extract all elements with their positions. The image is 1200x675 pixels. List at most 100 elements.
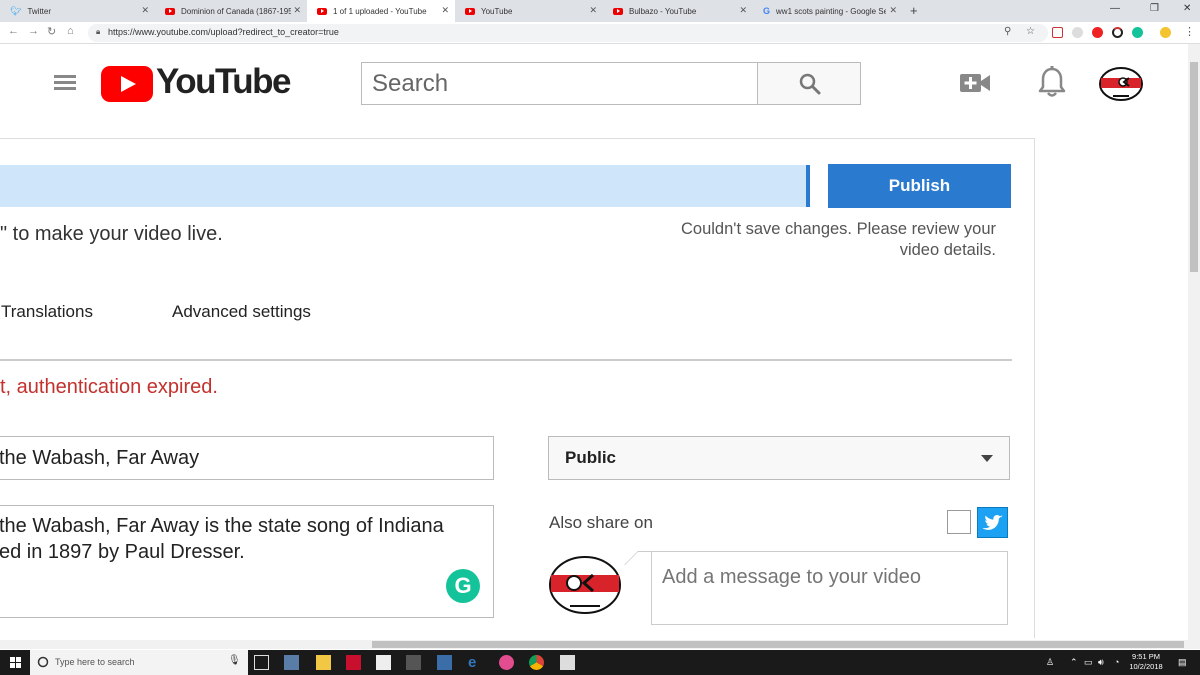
network-icon[interactable]: ▭: [1084, 657, 1093, 668]
section-divider: [0, 359, 1012, 361]
volume-icon[interactable]: 🔊︎: [1098, 657, 1104, 668]
tab-title: Twitter: [27, 6, 51, 16]
youtube-icon: [317, 7, 327, 15]
new-tab-button[interactable]: +: [910, 3, 918, 18]
clock-date: 10/2/2018: [1129, 662, 1163, 671]
edge-icon[interactable]: e: [468, 655, 483, 670]
video-title-input[interactable]: the Wabash, Far Away: [0, 436, 494, 480]
windows-start-icon[interactable]: [10, 657, 22, 669]
microphone-icon[interactable]: 🎙︎: [228, 655, 241, 666]
mcafee-icon[interactable]: [346, 655, 361, 670]
also-share-label: Also share on: [549, 513, 653, 532]
youtube-logo-icon[interactable]: [101, 66, 153, 102]
close-window-icon[interactable]: ✕: [1183, 3, 1191, 14]
tab-bulbazo[interactable]: Bulbazo - YouTube ✕: [603, 0, 753, 22]
zoom-icon[interactable]: ⚲: [1004, 26, 1011, 37]
close-icon[interactable]: ✕: [889, 5, 897, 16]
close-icon[interactable]: ✕: [441, 5, 449, 16]
extension-icon[interactable]: [1072, 27, 1083, 38]
reload-icon[interactable]: ↻: [47, 25, 56, 38]
taskbar-clock[interactable]: 9:51 PM 10/2/2018: [1124, 652, 1168, 672]
chrome-icon[interactable]: [529, 655, 544, 670]
app-icon[interactable]: [560, 655, 575, 670]
extension-icon[interactable]: [1112, 27, 1123, 38]
authentication-error-text: t, authentication expired.: [0, 376, 218, 398]
menu-icon[interactable]: ⋮: [1184, 25, 1195, 38]
tab-dominion-of-canada[interactable]: Dominion of Canada (1867-1953 ✕: [155, 0, 307, 22]
close-icon[interactable]: ✕: [293, 5, 301, 16]
extension-icon[interactable]: [1092, 27, 1103, 38]
youtube-header: YouTube: [0, 44, 1200, 124]
horizontal-scrollbar-thumb[interactable]: [372, 641, 1184, 648]
publish-button[interactable]: Publish: [828, 164, 1011, 208]
bookmark-star-icon[interactable]: ☆: [1026, 26, 1035, 37]
hamburger-menu-icon[interactable]: [54, 75, 76, 91]
close-icon[interactable]: ✕: [141, 5, 149, 16]
vertical-scrollbar[interactable]: [1188, 44, 1200, 640]
extension-icon[interactable]: [1052, 27, 1063, 38]
search-button[interactable]: [758, 62, 861, 105]
youtube-icon: [165, 7, 175, 15]
share-checkbox[interactable]: [947, 510, 971, 534]
video-camera-upload-icon[interactable]: [960, 72, 990, 94]
twitter-share-button[interactable]: [977, 507, 1008, 538]
save-error-text: Couldn't save changes. Please review you…: [681, 220, 996, 259]
tab-title: 1 of 1 uploaded - YouTube: [333, 6, 427, 16]
video-description-input[interactable]: the Wabash, Far Away is the state song o…: [0, 505, 494, 618]
publish-instruction-text: " to make your video live.: [0, 223, 223, 245]
horizontal-scrollbar[interactable]: [0, 640, 1200, 649]
address-bar[interactable]: 🔒︎ https://www.youtube.com/upload?redire…: [88, 24, 1048, 42]
tab-youtube[interactable]: YouTube ✕: [455, 0, 603, 22]
close-icon[interactable]: ✕: [589, 5, 597, 16]
tab-twitter[interactable]: 🐦︎ Twitter ✕: [0, 0, 155, 22]
people-icon[interactable]: ♙: [1046, 657, 1054, 668]
action-center-icon[interactable]: ▤: [1178, 657, 1187, 668]
google-icon: G: [763, 6, 771, 16]
restore-icon[interactable]: ❐: [1150, 3, 1159, 14]
grammarly-icon[interactable]: G: [446, 569, 480, 603]
tab-title: ww1 scots painting - Google Sea: [776, 6, 887, 16]
search-input[interactable]: [361, 62, 758, 105]
forward-icon[interactable]: →: [28, 25, 39, 37]
tab-title: YouTube: [481, 6, 513, 16]
youtube-icon: [465, 7, 475, 15]
url-text: https://www.youtube.com/upload?redirect_…: [108, 27, 339, 37]
browser-toolbar: ← → ↻ ⌂ 🔒︎ https://www.youtube.com/uploa…: [0, 22, 1200, 44]
twitter-icon: 🐦︎: [10, 5, 22, 16]
tab-upload[interactable]: 1 of 1 uploaded - YouTube ✕: [307, 0, 455, 22]
browser-tab-strip: 🐦︎ Twitter ✕ Dominion of Canada (1867-19…: [0, 0, 1200, 22]
search-circle-icon: [37, 656, 49, 668]
home-icon[interactable]: ⌂: [67, 25, 74, 37]
account-avatar[interactable]: [1099, 66, 1143, 102]
task-view-icon[interactable]: [254, 655, 269, 670]
share-message-input[interactable]: [651, 551, 1008, 625]
tab-title: Dominion of Canada (1867-1953: [181, 6, 291, 16]
minimize-icon[interactable]: —: [1110, 3, 1120, 14]
media-player-icon[interactable]: [406, 655, 421, 670]
file-explorer-icon[interactable]: [316, 655, 331, 670]
tab-google-search[interactable]: G ww1 scots painting - Google Sea ✕: [753, 0, 903, 22]
store-icon[interactable]: [376, 655, 391, 670]
upload-progress-bar: [0, 165, 810, 207]
close-icon[interactable]: ✕: [739, 5, 747, 16]
privacy-select[interactable]: Public: [548, 436, 1010, 480]
youtube-icon: [613, 7, 623, 15]
profile-icon[interactable]: [1160, 27, 1171, 38]
show-hidden-icons[interactable]: ⌃: [1070, 657, 1078, 668]
tab-title: Bulbazo - YouTube: [629, 6, 697, 16]
caret-down-icon: [981, 455, 993, 462]
back-icon[interactable]: ←: [8, 25, 19, 37]
notifications-bell-icon[interactable]: [1038, 66, 1066, 98]
mail-icon[interactable]: [437, 655, 452, 670]
vertical-scrollbar-thumb[interactable]: [1190, 62, 1198, 272]
tab-translations[interactable]: Translations: [1, 302, 93, 322]
tab-advanced-settings[interactable]: Advanced settings: [172, 302, 311, 322]
taskbar-search-input[interactable]: Type here to search 🎙︎: [30, 650, 248, 675]
youtube-wordmark[interactable]: YouTube: [156, 62, 292, 102]
itunes-icon[interactable]: [499, 655, 514, 670]
wifi-icon[interactable]: ◔: [1114, 657, 1119, 667]
app-icon[interactable]: [284, 655, 299, 670]
taskbar-search-placeholder: Type here to search: [55, 657, 135, 667]
channel-avatar: [549, 556, 621, 614]
grammarly-extension-icon[interactable]: [1132, 27, 1143, 38]
